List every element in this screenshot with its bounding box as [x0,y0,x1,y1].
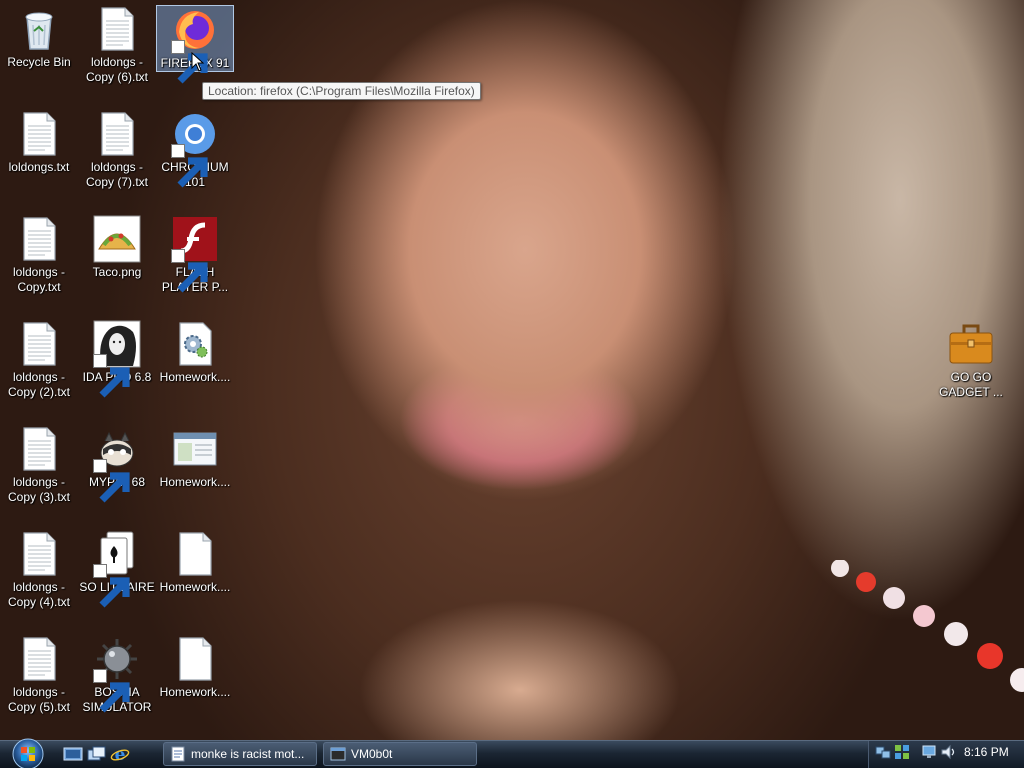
desktop-icon-label: GO GO GADGET ... [939,370,1003,399]
desktop-icon-label: loldongs - Copy.txt [12,265,66,294]
desktop-icon-label: Homework.... [159,685,231,699]
taskbar-button-label: monke is racist mot... [191,747,305,761]
text-file-icon [15,425,63,473]
desktop-icon[interactable]: loldongs - Copy.txt [0,215,78,295]
text-file-icon [15,320,63,368]
firefox-icon [171,6,219,84]
text-file-icon [15,530,63,578]
desktop-icon-label: loldongs - Copy (2).txt [7,370,70,399]
desktop-icon-label: loldongs - Copy (7).txt [85,160,148,189]
desktop-icon-label: Recycle Bin [7,55,71,69]
taskbar-button-label: VM0b0t [351,747,393,761]
ida-pro-icon [93,320,141,398]
desktop-icon[interactable]: loldongs - Copy (4).txt [0,530,78,610]
shortcut-arrow-icon [93,354,130,398]
window-file-icon [171,425,219,473]
taco-image-icon [93,215,141,263]
show-desktop-icon[interactable] [63,745,83,763]
desktop-icon[interactable]: Homework.... [156,320,234,385]
terminal-icon [330,747,346,761]
text-file-icon [15,215,63,263]
volume-icon[interactable] [894,744,910,760]
shortcut-arrow-icon [171,40,208,84]
desktop-icon[interactable]: Homework.... [156,635,234,700]
blank-file-icon [171,530,219,578]
desktop-icon-label: Homework.... [159,580,231,594]
desktop-icon[interactable]: SO LIT!! AIRE [78,530,156,608]
desktop-icon-label: Homework.... [159,370,231,384]
desktop-icon-label: loldongs - Copy (3).txt [7,475,70,504]
shortcut-arrow-icon [171,144,208,188]
shortcut-arrow-icon [171,249,208,293]
display-icon[interactable] [921,744,937,760]
desktop-icon[interactable]: Homework.... [156,530,234,595]
desktop-icon-label: loldongs - Copy (6).txt [85,55,148,84]
text-file-icon [93,110,141,158]
switch-windows-icon[interactable] [87,745,107,763]
desktop-icon[interactable]: loldongs - Copy (3).txt [0,425,78,505]
speaker-icon[interactable] [940,744,956,760]
mypal-icon [93,425,141,503]
mine-icon [93,635,141,713]
desktop-icon[interactable]: IDA PRO 6.8 [78,320,156,398]
taskbar-button-notepad[interactable]: monke is racist mot... [163,742,317,766]
desktop-icon[interactable]: BOSNIA SIMULATOR [78,635,156,715]
network-icon[interactable] [875,744,891,760]
desktop-icon[interactable]: Recycle Bin [0,5,78,70]
desktop-icon-label: loldongs - Copy (5).txt [7,685,70,714]
desktop-icon[interactable]: CHROMIUM 101 [156,110,234,190]
desktop-icon[interactable]: loldongs - Copy (6).txt [78,5,156,85]
text-file-icon [15,635,63,683]
blank-file-icon [171,635,219,683]
shortcut-arrow-icon [93,564,130,608]
internet-explorer-icon[interactable]: e [110,745,130,763]
solitaire-icon [93,530,141,608]
briefcase-icon [947,320,995,368]
chromium-icon [171,110,219,188]
flash-player-icon [171,215,219,293]
desktop-icon-label: loldongs - Copy (4).txt [7,580,70,609]
desktop-icon[interactable]: loldongs.txt [0,110,78,175]
windows-orb-icon[interactable] [8,738,48,768]
mouse-cursor-icon [191,52,205,72]
settings-file-icon [171,320,219,368]
desktop-icon[interactable]: loldongs - Copy (2).txt [0,320,78,400]
desktop-icon[interactable]: Taco.png [78,215,156,280]
desktop-icon[interactable]: Homework.... [156,425,234,490]
notepad-icon [171,746,185,762]
shortcut-arrow-icon [93,669,130,713]
text-file-icon [93,5,141,53]
desktop-icon-label: loldongs.txt [8,160,70,174]
desktop-icon[interactable]: GO GO GADGET ... [932,320,1010,400]
taskbar-button-vm0b0t[interactable]: VM0b0t [323,742,477,766]
shortcut-arrow-icon [93,459,130,503]
wallpaper-beads [831,560,1024,692]
desktop-icon[interactable]: loldongs - Copy (7).txt [78,110,156,190]
recycle-bin-icon [15,5,63,53]
desktop-icon-label: Taco.png [92,265,142,279]
location-tooltip: Location: firefox (C:\Program Files\Mozi… [202,82,481,100]
desktop-icon[interactable]: MYPAL 68 [78,425,156,503]
text-file-icon [15,110,63,158]
desktop-icon[interactable]: loldongs - Copy (5).txt [0,635,78,715]
desktop-icon-label: Homework.... [159,475,231,489]
taskbar-clock[interactable]: 8:16 PM [964,745,1009,759]
desktop-icon[interactable]: FLASH PLAYER P... [156,215,234,295]
